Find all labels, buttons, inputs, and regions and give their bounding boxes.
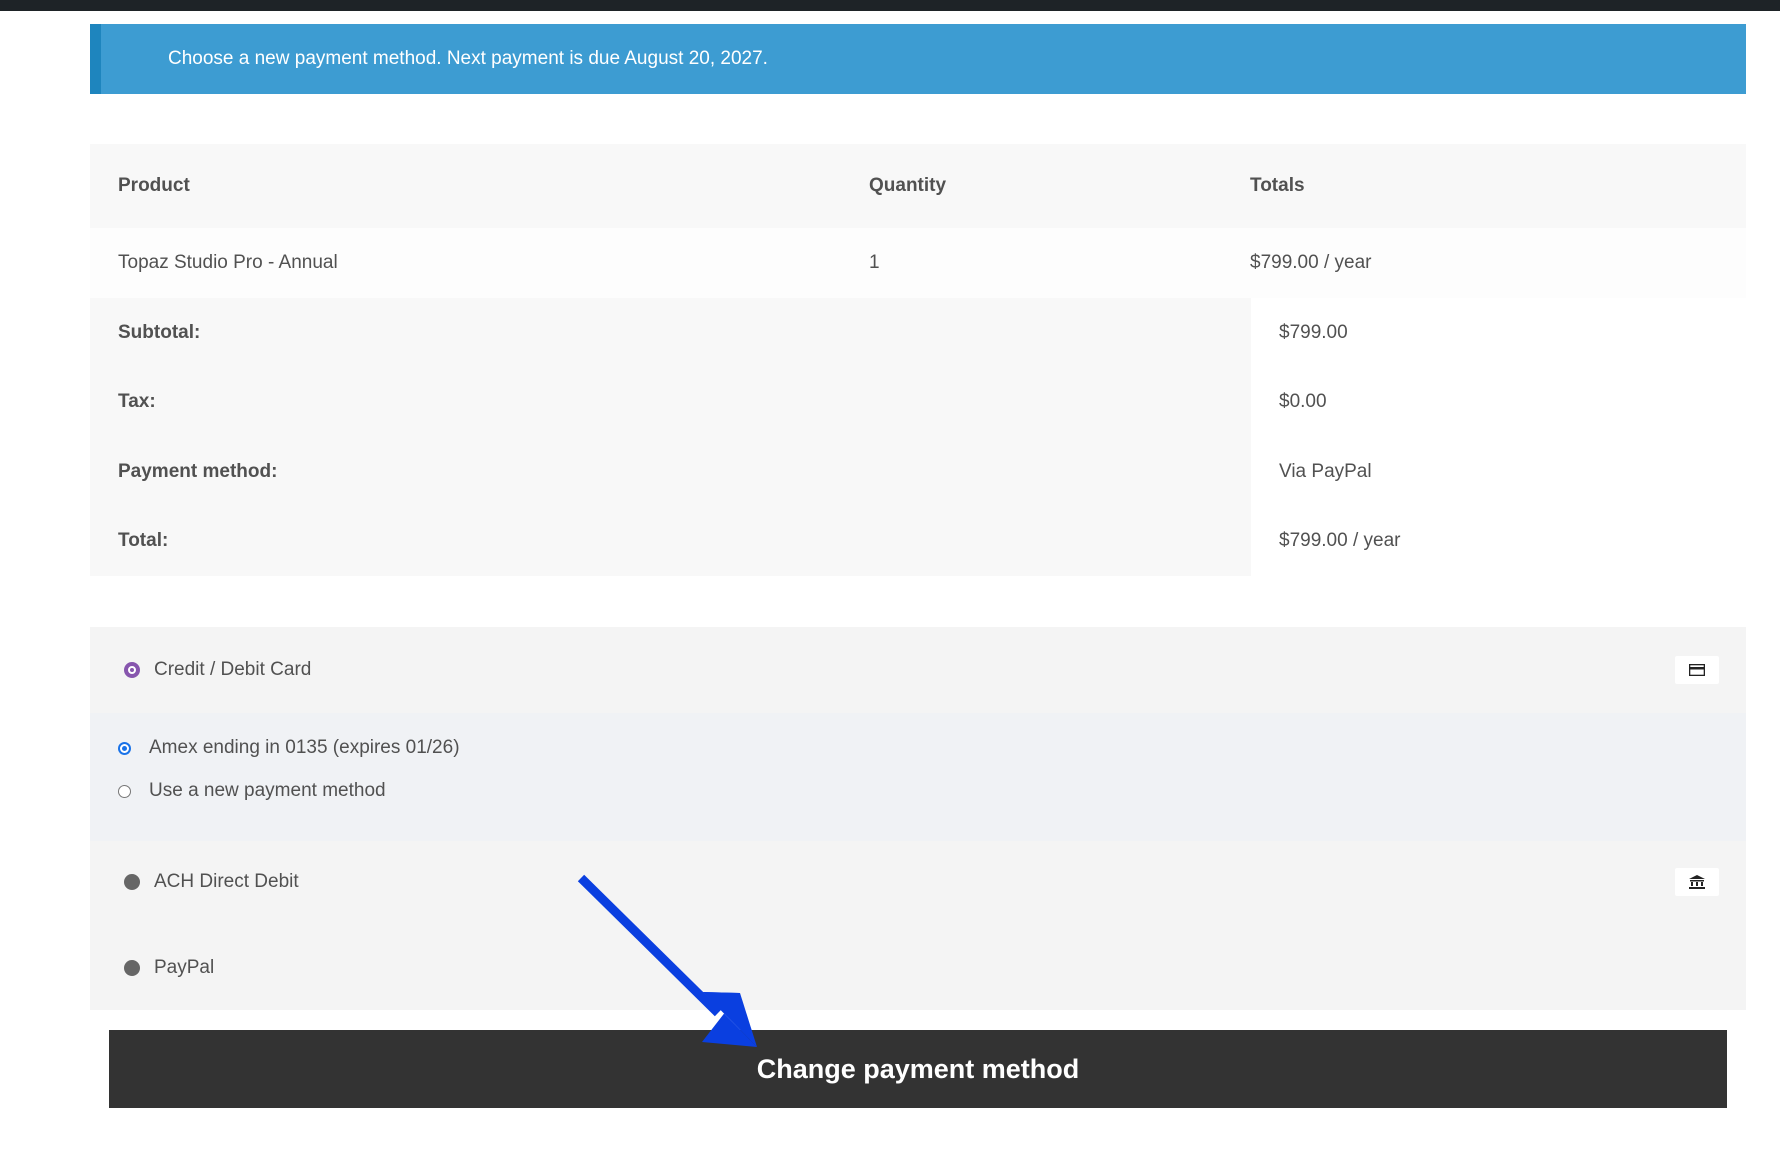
table-header: Product Quantity Totals [90,144,1746,228]
saved-option-amex[interactable]: Amex ending in 0135 (expires 01/26) [118,737,460,759]
tax-label: Tax: [118,391,156,413]
order-table: Product Quantity Totals Topaz Studio Pro… [90,144,1746,576]
method-paypal[interactable]: PayPal [90,949,1746,987]
header-totals: Totals [1250,175,1305,196]
method-credit-card[interactable]: Credit / Debit Card [90,651,1746,689]
paypal-radio[interactable] [124,960,140,976]
tax-value: $0.00 [1279,391,1327,413]
credit-card-icon [1675,656,1719,684]
header-quantity: Quantity [869,175,947,196]
subtotal-label: Subtotal: [118,321,201,343]
ach-label[interactable]: ACH Direct Debit [154,871,299,893]
header-product: Product [118,175,190,196]
method-ach[interactable]: ACH Direct Debit [90,863,1746,901]
new-method-radio[interactable] [118,784,131,798]
credit-card-radio[interactable] [124,662,140,678]
notice-text: Choose a new payment method. Next paymen… [168,48,768,69]
table-row: Topaz Studio Pro - Annual 1 $799.00 / ye… [90,228,1746,298]
payment-method-label: Payment method: [118,460,278,482]
total-label: Total: [118,530,169,552]
item-product: Topaz Studio Pro - Annual [118,252,338,273]
new-method-label[interactable]: Use a new payment method [149,780,386,802]
top-bar [0,0,1780,11]
saved-payment-options: Amex ending in 0135 (expires 01/26) Use … [90,713,1746,841]
change-payment-method-button[interactable]: Change payment method [109,1030,1727,1108]
saved-option-new[interactable]: Use a new payment method [118,780,386,802]
order-summary: Subtotal: Tax: Payment method: Total: $7… [90,298,1746,576]
ach-radio[interactable] [124,874,140,890]
payment-method-value: Via PayPal [1279,460,1372,482]
subtotal-value: $799.00 [1279,321,1348,343]
item-quantity: 1 [869,252,880,273]
paypal-label[interactable]: PayPal [154,957,214,979]
amex-radio[interactable] [118,741,131,755]
credit-card-label[interactable]: Credit / Debit Card [154,659,311,681]
payment-methods: Credit / Debit Card Amex ending in 0135 … [90,627,1746,1010]
item-total: $799.00 / year [1250,252,1372,273]
info-notice: Choose a new payment method. Next paymen… [90,24,1746,94]
total-value: $799.00 / year [1279,530,1401,552]
amex-label[interactable]: Amex ending in 0135 (expires 01/26) [149,737,460,759]
bank-icon [1675,868,1719,896]
